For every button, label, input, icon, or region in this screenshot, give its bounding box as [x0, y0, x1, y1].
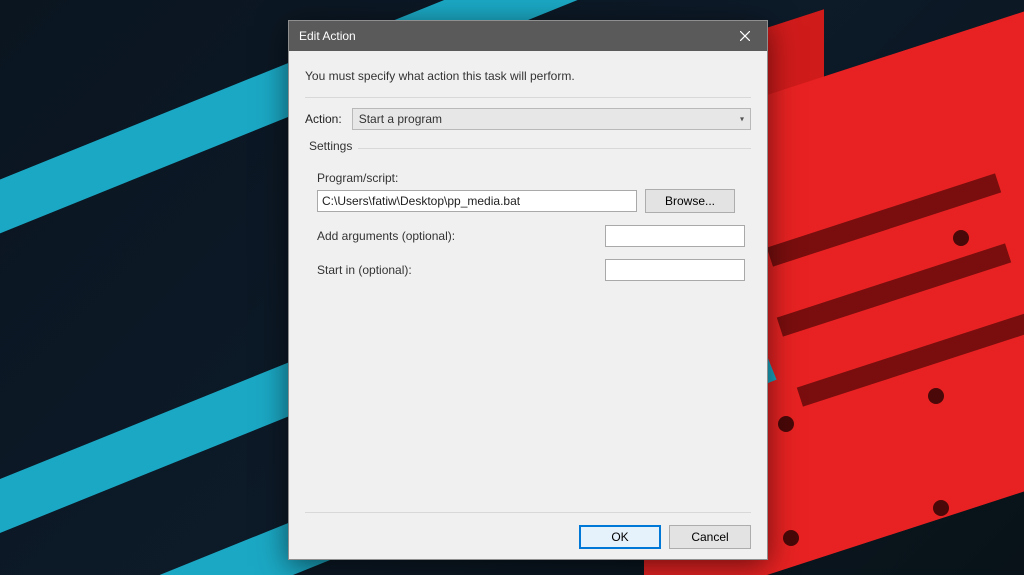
action-label: Action:	[305, 112, 342, 126]
arguments-label: Add arguments (optional):	[317, 229, 455, 243]
chevron-down-icon: ▾	[740, 115, 744, 124]
arguments-input[interactable]	[605, 225, 745, 247]
edit-action-dialog: Edit Action You must specify what action…	[288, 20, 768, 560]
program-script-label: Program/script:	[317, 171, 745, 185]
startin-label: Start in (optional):	[317, 263, 412, 277]
cancel-button[interactable]: Cancel	[669, 525, 751, 549]
action-row: Action: Start a program ▾	[305, 108, 751, 130]
dialog-content: You must specify what action this task w…	[289, 51, 767, 559]
browse-button[interactable]: Browse...	[645, 189, 735, 213]
titlebar[interactable]: Edit Action	[289, 21, 767, 51]
action-dropdown-value: Start a program	[359, 112, 442, 126]
ok-button[interactable]: OK	[579, 525, 661, 549]
settings-group-label: Settings	[305, 139, 358, 153]
dialog-buttons: OK Cancel	[305, 512, 751, 549]
close-icon	[740, 31, 750, 41]
instruction-text: You must specify what action this task w…	[305, 69, 751, 83]
close-button[interactable]	[722, 21, 767, 51]
dialog-title: Edit Action	[299, 29, 356, 43]
action-dropdown[interactable]: Start a program ▾	[352, 108, 751, 130]
startin-input[interactable]	[605, 259, 745, 281]
program-script-input[interactable]	[317, 190, 637, 212]
divider	[305, 97, 751, 98]
settings-group: Settings Program/script: Browse... Add a…	[305, 148, 751, 293]
